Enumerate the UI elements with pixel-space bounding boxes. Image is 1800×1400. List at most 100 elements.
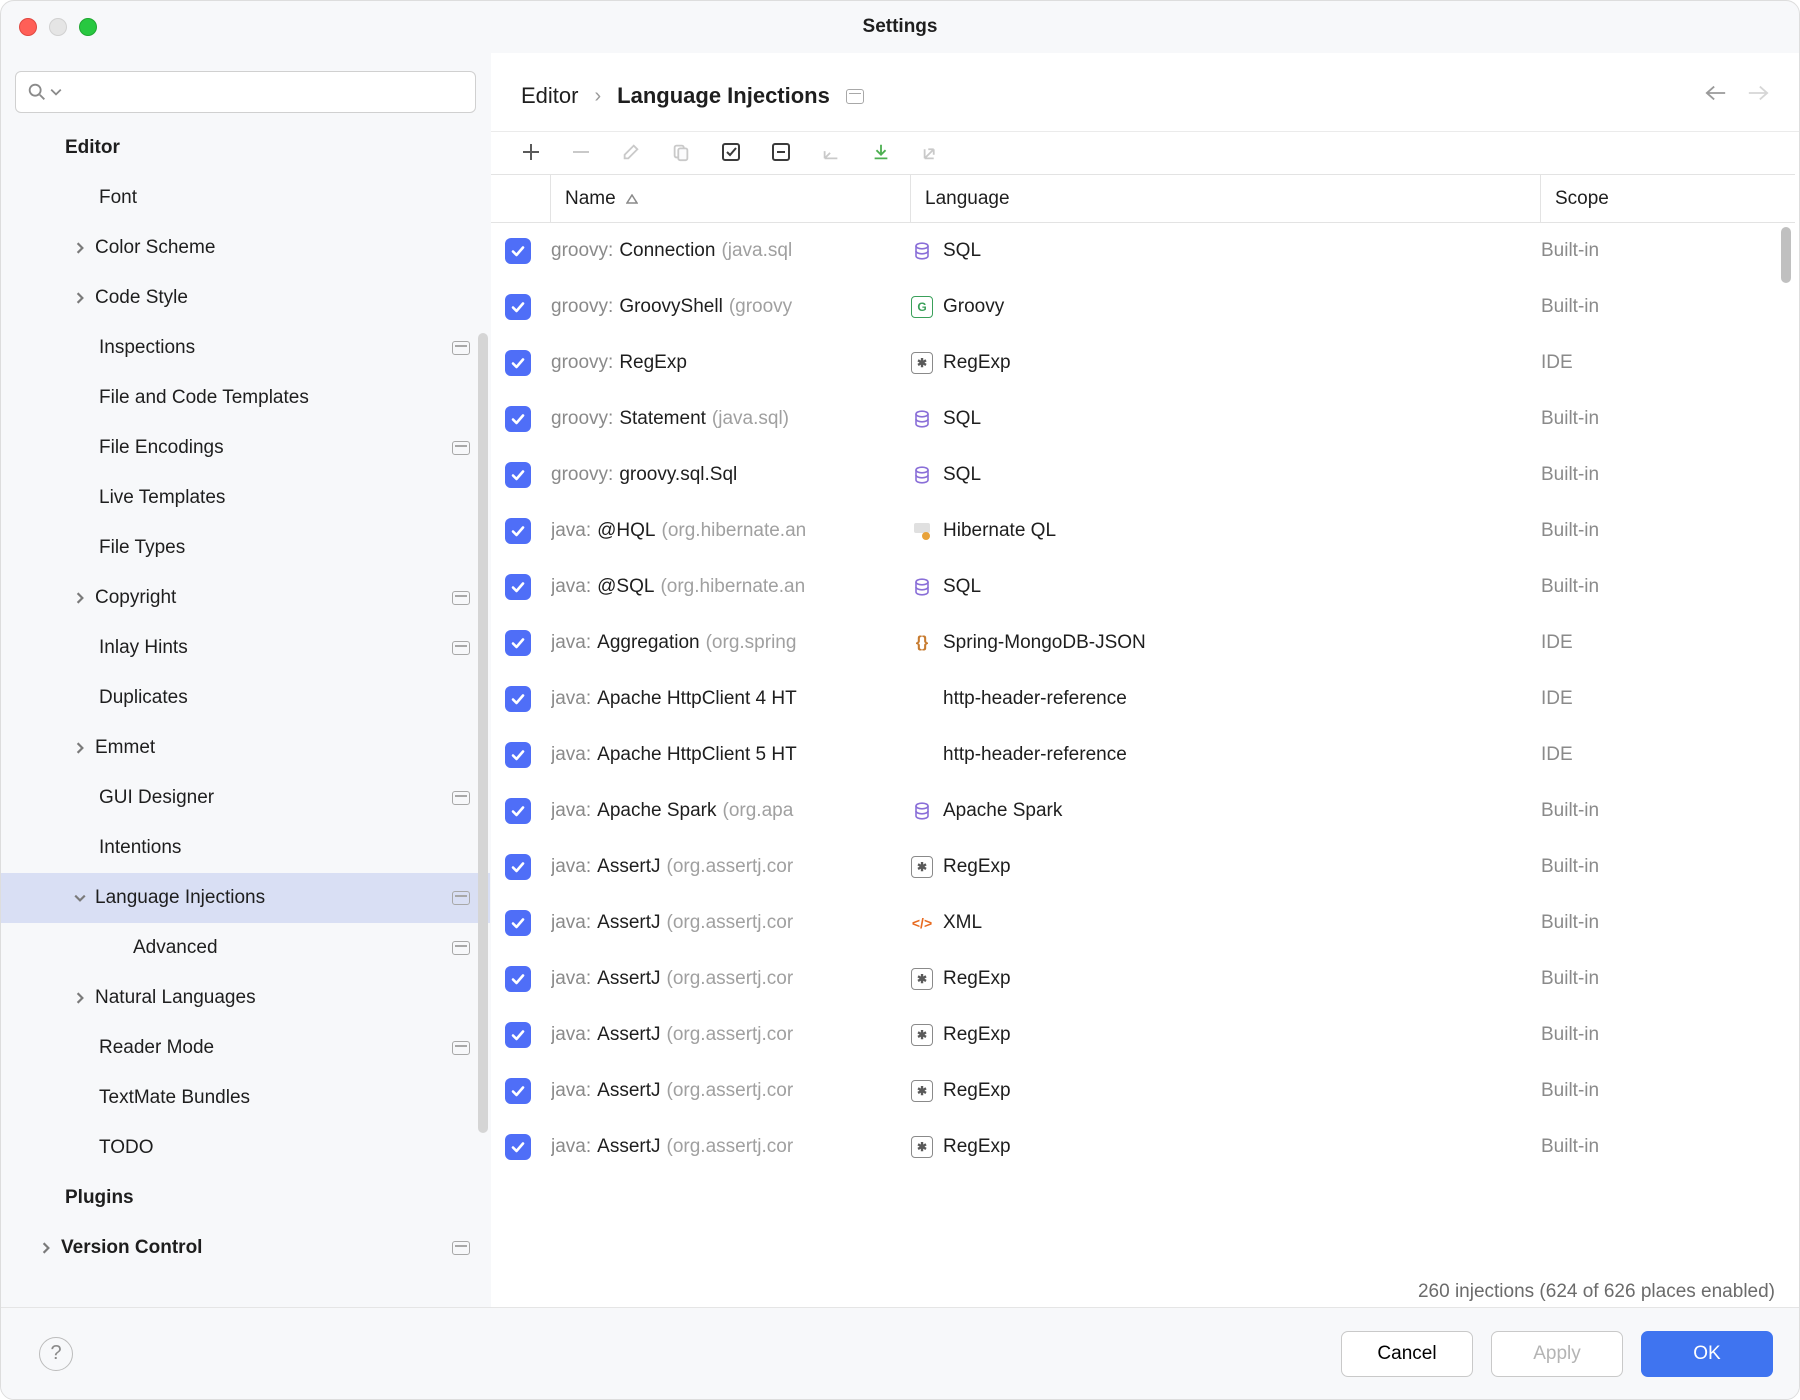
sidebar-item[interactable]: TODO <box>1 1123 490 1173</box>
table-row[interactable]: java: Apache HttpClient 4 HThttp-header-… <box>491 671 1795 727</box>
close-window-button[interactable] <box>19 18 37 36</box>
sidebar-item[interactable]: Version Control <box>1 1223 490 1273</box>
sidebar-item[interactable]: GUI Designer <box>1 773 490 823</box>
remove-icon[interactable] <box>569 140 593 164</box>
sidebar-item[interactable]: Emmet <box>1 723 490 773</box>
sidebar-item[interactable]: File Types <box>1 523 490 573</box>
sidebar-item[interactable]: Natural Languages <box>1 973 490 1023</box>
row-scope: Built-in <box>1541 408 1795 430</box>
table-scrollbar[interactable] <box>1781 227 1791 283</box>
table-row[interactable]: groovy: Statement (java.sql)SQLBuilt-in <box>491 391 1795 447</box>
row-checkbox[interactable] <box>505 574 531 600</box>
row-checkbox[interactable] <box>505 630 531 656</box>
row-checkbox[interactable] <box>505 294 531 320</box>
share-icon[interactable] <box>919 140 943 164</box>
chevron-right-icon[interactable] <box>37 1242 55 1254</box>
col-name[interactable]: Name <box>551 175 911 222</box>
row-checkbox[interactable] <box>505 910 531 936</box>
apply-button[interactable]: Apply <box>1491 1331 1623 1377</box>
row-checkbox[interactable] <box>505 798 531 824</box>
table-row[interactable]: java: AssertJ (org.assertj.cor</>XMLBuil… <box>491 895 1795 951</box>
row-checkbox[interactable] <box>505 462 531 488</box>
help-button[interactable]: ? <box>39 1337 73 1371</box>
sidebar-item[interactable]: Plugins <box>1 1173 490 1223</box>
row-title: AssertJ <box>597 1024 660 1046</box>
table-row[interactable]: java: Aggregation (org.spring{}Spring-Mo… <box>491 615 1795 671</box>
ok-button[interactable]: OK <box>1641 1331 1773 1377</box>
forward-icon[interactable] <box>1747 84 1769 108</box>
table-row[interactable]: java: @HQL (org.hibernate.anHibernate QL… <box>491 503 1795 559</box>
sidebar-item[interactable]: Advanced <box>1 923 490 973</box>
row-checkbox[interactable] <box>505 686 531 712</box>
chevron-right-icon[interactable] <box>71 592 89 604</box>
row-extra: (org.hibernate.an <box>660 576 805 598</box>
table-row[interactable]: java: Apache HttpClient 5 HThttp-header-… <box>491 727 1795 783</box>
table-row[interactable]: groovy: Connection (java.sqlSQLBuilt-in <box>491 223 1795 279</box>
breadcrumb-current: Language Injections <box>617 83 830 109</box>
sidebar-item[interactable]: File and Code Templates <box>1 373 490 423</box>
back-icon[interactable] <box>1705 84 1727 108</box>
sidebar-scrollbar[interactable] <box>478 333 488 1133</box>
table-row[interactable]: java: AssertJ (org.assertj.cor✱RegExpBui… <box>491 1119 1795 1175</box>
chevron-right-icon[interactable] <box>71 742 89 754</box>
row-checkbox[interactable] <box>505 1022 531 1048</box>
table-row[interactable]: java: AssertJ (org.assertj.cor✱RegExpBui… <box>491 839 1795 895</box>
sidebar-item[interactable]: File Encodings <box>1 423 490 473</box>
col-scope[interactable]: Scope <box>1541 175 1795 222</box>
check-square-icon[interactable] <box>719 140 743 164</box>
row-checkbox-cell <box>505 686 551 712</box>
row-checkbox[interactable] <box>505 518 531 544</box>
chevron-right-icon[interactable] <box>71 992 89 1004</box>
col-language[interactable]: Language <box>911 175 1541 222</box>
export-icon[interactable] <box>869 140 893 164</box>
row-extra: (org.hibernate.an <box>662 520 807 542</box>
row-checkbox[interactable] <box>505 238 531 264</box>
row-checkbox[interactable] <box>505 1134 531 1160</box>
table-row[interactable]: java: AssertJ (org.assertj.cor✱RegExpBui… <box>491 951 1795 1007</box>
sidebar-item[interactable]: Color Scheme <box>1 223 490 273</box>
copy-icon[interactable] <box>669 140 693 164</box>
cancel-button[interactable]: Cancel <box>1341 1331 1473 1377</box>
minimize-window-button[interactable] <box>49 18 67 36</box>
row-checkbox[interactable] <box>505 350 531 376</box>
chevron-right-icon[interactable] <box>71 292 89 304</box>
add-icon[interactable] <box>519 140 543 164</box>
maximize-window-button[interactable] <box>79 18 97 36</box>
sidebar-item[interactable]: Live Templates <box>1 473 490 523</box>
table-row[interactable]: java: @SQL (org.hibernate.anSQLBuilt-in <box>491 559 1795 615</box>
row-checkbox[interactable] <box>505 1078 531 1104</box>
import-icon[interactable] <box>819 140 843 164</box>
edit-icon[interactable] <box>619 140 643 164</box>
table-row[interactable]: java: Apache Spark (org.apaApache SparkB… <box>491 783 1795 839</box>
sidebar-item[interactable]: Language Injections <box>1 873 490 923</box>
minus-square-icon[interactable] <box>769 140 793 164</box>
table-row[interactable]: java: AssertJ (org.assertj.cor✱RegExpBui… <box>491 1007 1795 1063</box>
row-checkbox[interactable] <box>505 406 531 432</box>
row-checkbox[interactable] <box>505 966 531 992</box>
sidebar-item[interactable]: Intentions <box>1 823 490 873</box>
search-input[interactable] <box>15 71 476 113</box>
table-row[interactable]: groovy: RegExp✱RegExpIDE <box>491 335 1795 391</box>
sidebar-item[interactable]: Editor <box>1 123 490 173</box>
table-row[interactable]: groovy: GroovyShell (groovyGGroovyBuilt-… <box>491 279 1795 335</box>
col-checkbox[interactable] <box>491 175 551 222</box>
row-prefix: java: <box>551 744 591 766</box>
sidebar-item[interactable]: Copyright <box>1 573 490 623</box>
sidebar-item[interactable]: TextMate Bundles <box>1 1073 490 1123</box>
breadcrumb-parent[interactable]: Editor <box>521 83 578 109</box>
table-row[interactable]: groovy: groovy.sql.SqlSQLBuilt-in <box>491 447 1795 503</box>
row-language: ✱RegExp <box>911 352 1541 374</box>
chevron-down-icon[interactable] <box>71 892 89 904</box>
sidebar-item[interactable]: Inspections <box>1 323 490 373</box>
row-checkbox[interactable] <box>505 742 531 768</box>
sidebar-item[interactable]: Font <box>1 173 490 223</box>
table-row[interactable]: java: AssertJ (org.assertj.cor✱RegExpBui… <box>491 1063 1795 1119</box>
chevron-right-icon[interactable] <box>71 242 89 254</box>
sidebar-item[interactable]: Code Style <box>1 273 490 323</box>
row-name: groovy: Statement (java.sql) <box>551 408 911 430</box>
sidebar-item[interactable]: Inlay Hints <box>1 623 490 673</box>
row-prefix: java: <box>551 1136 591 1158</box>
sidebar-item[interactable]: Reader Mode <box>1 1023 490 1073</box>
row-checkbox[interactable] <box>505 854 531 880</box>
sidebar-item[interactable]: Duplicates <box>1 673 490 723</box>
